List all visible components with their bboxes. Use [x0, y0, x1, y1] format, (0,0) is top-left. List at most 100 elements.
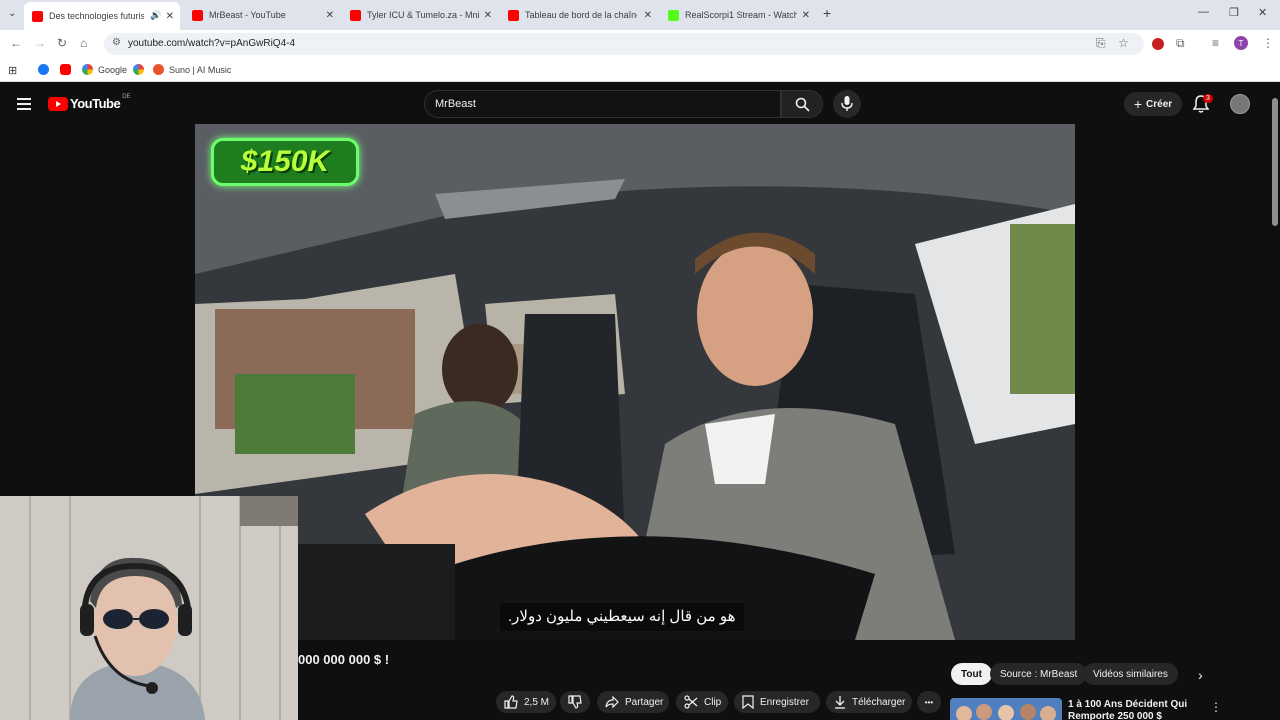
youtube-header: YouTube DE MrBeast + Créer 3 [0, 84, 1270, 124]
extensions-icon[interactable]: ⧉ [1176, 36, 1185, 51]
browser-tab-active[interactable]: Des technologies futuristiq 🔊 ✕ [24, 2, 180, 30]
youtube-play-icon [48, 96, 68, 111]
bookmark-youtube[interactable] [60, 64, 76, 75]
like-button[interactable]: 2,5 M [496, 691, 556, 713]
home-icon[interactable]: ⌂ [80, 36, 87, 50]
bookmark-star-icon[interactable]: ☆ [1118, 36, 1129, 50]
notification-count-badge: 3 [1203, 94, 1213, 103]
region-code: DE [122, 93, 131, 100]
bookmarks-bar: ⊞ Google Suno | AI Music [0, 58, 1280, 82]
address-bar[interactable]: ⚙ youtube.com/watch?v=pAnGwRiQ4-4 [104, 33, 1144, 55]
share-button[interactable]: Partager [597, 691, 669, 713]
video-options-icon[interactable]: ⋮ [1210, 700, 1222, 714]
account-avatar[interactable] [1230, 94, 1250, 114]
chip-all[interactable]: Tout [951, 663, 992, 685]
streamer-webcam [0, 496, 298, 720]
microphone-icon [841, 96, 853, 111]
dislike-button[interactable] [560, 691, 590, 713]
extension-adblock-icon[interactable] [1152, 38, 1164, 50]
voice-search-button[interactable] [833, 90, 861, 118]
close-window-icon[interactable]: ✕ [1258, 6, 1267, 19]
back-icon[interactable]: ← [10, 36, 22, 50]
bookmark-suno[interactable]: Suno | AI Music [153, 64, 231, 75]
thumbs-up-icon [504, 695, 518, 709]
forward-icon[interactable]: → [34, 36, 46, 50]
chevron-right-icon[interactable]: › [1198, 667, 1203, 683]
close-tab-icon[interactable]: ✕ [484, 10, 492, 21]
kick-favicon-icon [668, 9, 679, 21]
search-input[interactable]: MrBeast [424, 90, 781, 118]
video-frame-image [195, 124, 1075, 640]
media-control-icon[interactable]: ≡ [1212, 36, 1219, 50]
like-count: 2,5 M [524, 696, 550, 708]
video-title: 000 000 000 $ ! [298, 652, 390, 667]
bookmark-label: Google [98, 64, 128, 75]
chip-label: Vidéos similaires [1093, 668, 1168, 680]
audio-playing-icon[interactable]: 🔊 [150, 10, 161, 21]
thumbnail-image [950, 698, 1062, 720]
share-label: Partager [625, 696, 664, 708]
thumbs-down-icon [568, 695, 582, 709]
create-button[interactable]: + Créer [1124, 92, 1182, 116]
download-button[interactable]: Télécharger [826, 691, 912, 713]
browser-menu-icon[interactable]: ⋮ [1262, 36, 1274, 50]
install-app-icon[interactable]: ⎘ [1096, 36, 1106, 51]
search-query: MrBeast [435, 98, 476, 110]
hamburger-menu-icon[interactable] [17, 98, 31, 110]
more-dots-icon: ••• [924, 697, 934, 707]
tab-title: MrBeast - YouTube [209, 10, 286, 20]
more-actions-button[interactable]: ••• [917, 691, 941, 713]
bookmark-facebook[interactable] [38, 64, 54, 75]
clip-button[interactable]: Clip [676, 691, 728, 713]
youtube-favicon-icon [350, 9, 361, 21]
bookmark-google-2[interactable] [133, 64, 149, 75]
close-tab-icon[interactable]: ✕ [644, 10, 652, 21]
save-label: Enregistrer [760, 696, 809, 708]
url-text: youtube.com/watch?v=pAnGwRiQ4-4 [128, 38, 296, 49]
search-button[interactable] [781, 90, 823, 118]
new-tab-button[interactable]: + [823, 5, 831, 21]
plus-icon: + [1133, 96, 1143, 112]
minimize-icon[interactable]: — [1198, 6, 1209, 18]
profile-avatar[interactable]: T [1234, 36, 1248, 50]
bookmark-icon [742, 695, 754, 709]
chip-related-videos[interactable]: Vidéos similaires [1083, 663, 1178, 685]
video-subtitle: هو من قال إنه سيعطيني مليون دولار. [500, 603, 744, 631]
bookmark-google[interactable]: Google [82, 64, 127, 75]
browser-toolbar: ← → ↻ ⌂ ⚙ youtube.com/watch?v=pAnGwRiQ4-… [0, 30, 1280, 58]
recommended-video-title[interactable]: 1 à 100 Ans Décident Qui Remporte 250 00… [1068, 699, 1198, 720]
share-icon [605, 695, 619, 709]
apps-grid-icon[interactable]: ⊞ [8, 64, 17, 77]
page-scrollbar-thumb[interactable] [1272, 98, 1278, 226]
chip-label: Source : MrBeast [1000, 668, 1078, 680]
browser-tab[interactable]: Tyler ICU & Tumelo.za - Mnike ✕ [342, 3, 498, 27]
site-info-icon[interactable]: ⚙ [112, 37, 121, 48]
webcam-image [0, 496, 298, 720]
search-icon [795, 97, 810, 112]
tab-title: Des technologies futuristiq [49, 11, 144, 21]
video-player[interactable]: $150K [195, 124, 1075, 640]
browser-tab-strip: ⌄ Des technologies futuristiq 🔊 ✕ MrBeas… [0, 0, 1280, 30]
create-label: Créer [1146, 98, 1173, 110]
youtube-logo[interactable]: YouTube DE [48, 93, 131, 111]
chip-label: Tout [961, 668, 982, 680]
close-tab-icon[interactable]: ✕ [326, 10, 334, 21]
browser-tab[interactable]: RealScorpi1 Stream - Watch Liv ✕ [660, 3, 816, 27]
tab-title: Tableau de bord de la chaîne - [525, 10, 637, 20]
tab-search-icon[interactable]: ⌄ [8, 8, 16, 19]
close-tab-icon[interactable]: ✕ [166, 11, 174, 22]
facebook-icon [38, 64, 49, 75]
google-icon [82, 64, 93, 75]
close-tab-icon[interactable]: ✕ [802, 10, 810, 21]
browser-tab[interactable]: Tableau de bord de la chaîne - ✕ [500, 3, 658, 27]
browser-tab[interactable]: MrBeast - YouTube ✕ [184, 3, 340, 27]
restore-icon[interactable]: ❐ [1229, 6, 1239, 19]
chip-source-mrbeast[interactable]: Source : MrBeast [990, 663, 1088, 685]
tab-title: RealScorpi1 Stream - Watch Liv [685, 10, 797, 20]
google-icon [133, 64, 144, 75]
tab-title: Tyler ICU & Tumelo.za - Mnike [367, 10, 479, 20]
reload-icon[interactable]: ↻ [57, 36, 67, 50]
youtube-icon [60, 64, 71, 75]
save-button[interactable]: Enregistrer [734, 691, 820, 713]
recommended-video-thumbnail[interactable] [950, 698, 1062, 720]
